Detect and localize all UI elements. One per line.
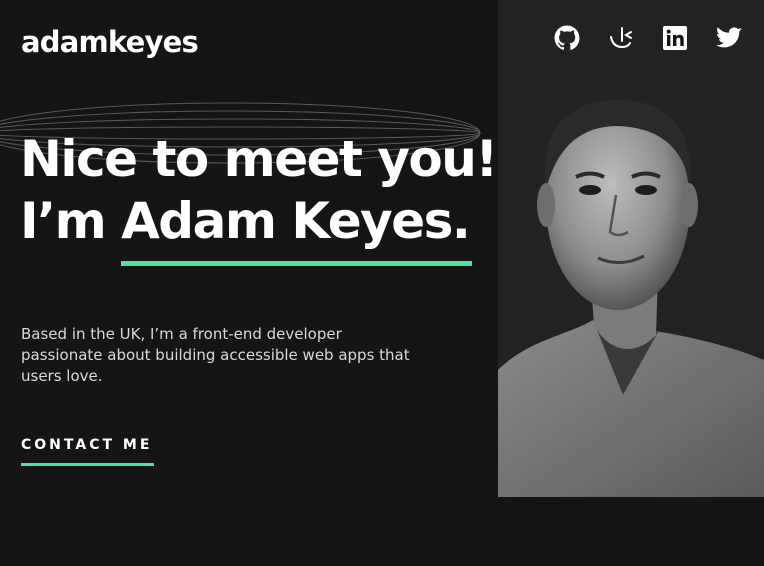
- name-highlight: Adam Keyes.: [121, 190, 473, 266]
- hero-headline: Nice to meet you! I’m Adam Keyes.: [20, 128, 498, 266]
- profile-photo: [498, 0, 764, 497]
- twitter-icon: [716, 27, 742, 48]
- linkedin-icon: [663, 26, 687, 50]
- portrait-illustration: [498, 0, 764, 497]
- person-name: Adam Keyes.: [121, 192, 471, 250]
- social-links: [526, 24, 742, 52]
- bio-text: Based in the UK, I’m a front-end develop…: [21, 325, 410, 385]
- name-underline: [121, 261, 473, 266]
- github-icon: [554, 25, 580, 50]
- intro-line: I’m Adam Keyes.: [20, 190, 497, 266]
- portfolio-page: adamkeyes Nice to meet you! I’m Adam Key…: [0, 0, 764, 566]
- github-link[interactable]: [554, 24, 580, 52]
- linkedin-link[interactable]: [662, 24, 688, 52]
- twitter-link[interactable]: [716, 24, 742, 52]
- intro-prefix: I’m: [20, 192, 122, 250]
- frontend-mentor-icon: [610, 27, 632, 49]
- site-logo[interactable]: adamkeyes: [21, 24, 199, 60]
- greeting: Nice to meet you!: [20, 130, 498, 188]
- frontend-mentor-link[interactable]: [608, 24, 634, 52]
- contact-me-button[interactable]: CONTACT ME: [21, 437, 154, 466]
